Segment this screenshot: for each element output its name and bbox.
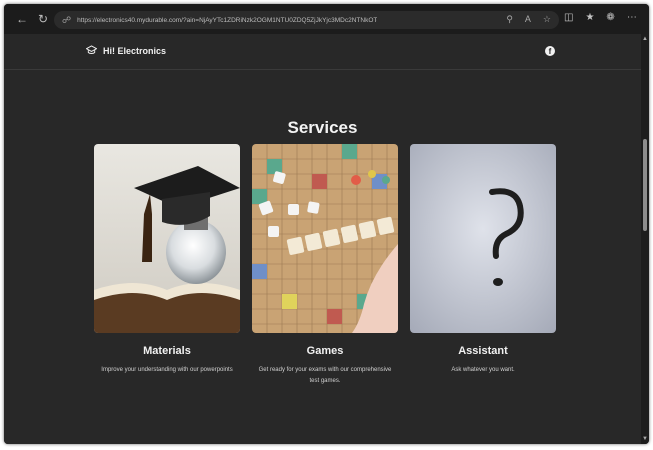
card-description: Get ready for your exams with our compre… <box>258 367 392 384</box>
materials-image <box>94 144 240 333</box>
facebook-icon[interactable]: f <box>545 46 555 56</box>
browser-window: ← ↻ ☍ https://electronics40.mydurable.co… <box>4 4 649 444</box>
card-title: Assistant <box>458 345 508 357</box>
service-card-materials[interactable]: Materials Improve your understanding wit… <box>94 144 240 376</box>
address-bar[interactable]: ☍ https://electronics40.mydurable.com/?a… <box>54 11 559 29</box>
more-menu-icon[interactable]: ⋯ <box>627 12 637 23</box>
service-card-assistant[interactable]: Assistant Ask whatever you want. <box>410 144 556 376</box>
graduation-cap-icon <box>86 45 97 54</box>
browser-toolbar: ← ↻ ☍ https://electronics40.mydurable.co… <box>4 4 649 34</box>
scroll-down-icon[interactable]: ▼ <box>642 436 648 442</box>
assistant-image <box>410 144 556 333</box>
refresh-icon[interactable]: ↻ <box>34 10 52 28</box>
service-card-games[interactable]: Games Get ready for your exams with our … <box>252 144 398 387</box>
brand-link[interactable]: Hi! Electronics <box>86 45 166 56</box>
page-scrollbar[interactable]: ▲ ▼ <box>641 34 649 444</box>
web-page: Hi! Electronics f Services Materials Imp… <box>4 34 641 444</box>
games-image <box>252 144 398 333</box>
lock-icon: ☍ <box>62 14 72 25</box>
site-header: Hi! Electronics f <box>4 34 641 70</box>
url-text: https://electronics40.mydurable.com/?ain… <box>77 16 377 24</box>
extensions-icon[interactable]: ❁ <box>606 12 614 23</box>
services-heading: Services <box>287 118 358 137</box>
brand-name: Hi! Electronics <box>103 45 167 56</box>
favorites-icon[interactable]: ★ <box>585 12 594 23</box>
back-arrow-icon[interactable]: ← <box>13 10 31 28</box>
card-description: Improve your understanding with our powe… <box>101 367 233 373</box>
favorite-star-icon[interactable]: ☆ <box>543 14 551 25</box>
zoom-icon[interactable]: ⚲ <box>506 14 513 25</box>
scroll-up-icon[interactable]: ▲ <box>642 36 648 42</box>
scrollbar-thumb[interactable] <box>643 139 647 231</box>
card-title: Games <box>306 345 344 357</box>
read-aloud-icon[interactable]: A <box>525 14 531 25</box>
card-description: Ask whatever you want. <box>451 367 515 373</box>
split-screen-icon[interactable]: ◫ <box>564 12 573 23</box>
card-title: Materials <box>143 345 191 357</box>
